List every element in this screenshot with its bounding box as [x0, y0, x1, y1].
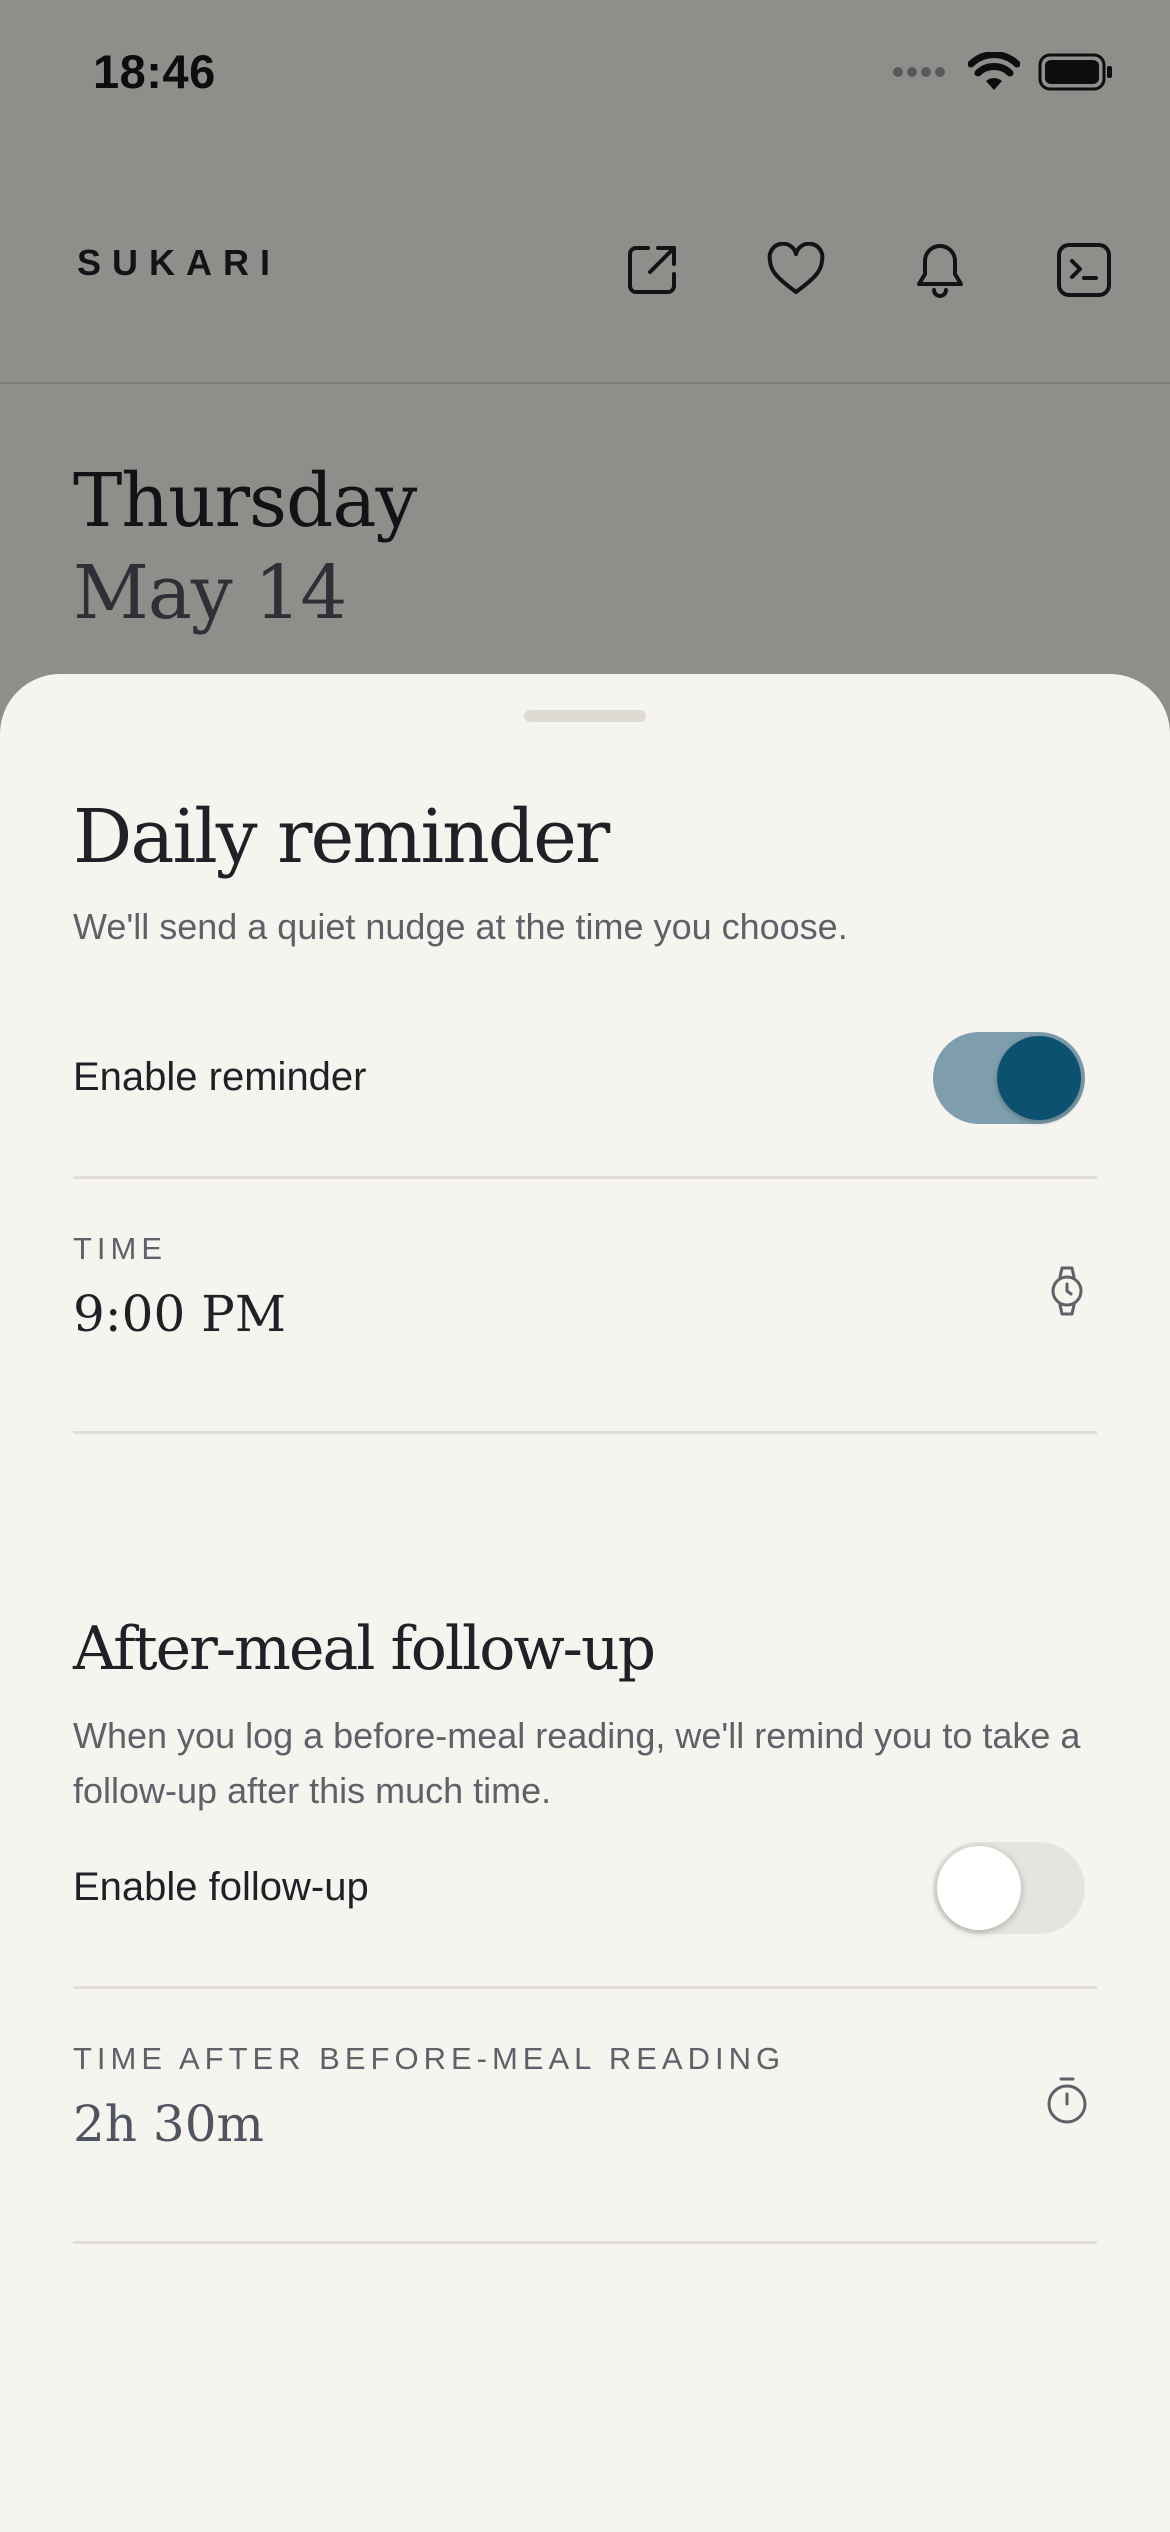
- toggle-knob: [937, 1846, 1021, 1930]
- enable-follow-up-row[interactable]: Enable follow-up: [73, 1794, 1097, 1989]
- timer-icon: [1047, 2077, 1087, 2124]
- reminder-sheet: Daily reminder We'll send a quiet nudge …: [0, 674, 1170, 2532]
- time-row[interactable]: TIME 9:00 PM: [73, 1179, 1097, 1434]
- enable-reminder-row[interactable]: Enable reminder: [73, 984, 1097, 1179]
- sheet-grabber[interactable]: [524, 710, 646, 722]
- time-picker-button[interactable]: [1037, 1261, 1097, 1321]
- interval-value: 2h 30m: [73, 2095, 264, 2153]
- time-value: 9:00 PM: [73, 1285, 287, 1343]
- time-caption: TIME: [73, 1231, 168, 1266]
- enable-follow-up-label: Enable follow-up: [73, 1865, 369, 1909]
- enable-reminder-toggle[interactable]: [933, 1032, 1085, 1124]
- enable-follow-up-toggle[interactable]: [933, 1842, 1085, 1934]
- enable-reminder-label: Enable reminder: [73, 1055, 367, 1099]
- follow-up-title: After-meal follow-up: [73, 1614, 656, 1684]
- watch-icon: [1051, 1266, 1083, 1316]
- sheet-subtitle: We'll send a quiet nudge at the time you…: [73, 906, 848, 947]
- interval-caption: TIME AFTER BEFORE-MEAL READING: [73, 2041, 786, 2076]
- toggle-knob: [997, 1036, 1081, 1120]
- follow-up-interval-row[interactable]: TIME AFTER BEFORE-MEAL READING 2h 30m: [73, 1989, 1097, 2244]
- sheet-title: Daily reminder: [73, 794, 610, 880]
- interval-picker-button[interactable]: [1037, 2071, 1097, 2131]
